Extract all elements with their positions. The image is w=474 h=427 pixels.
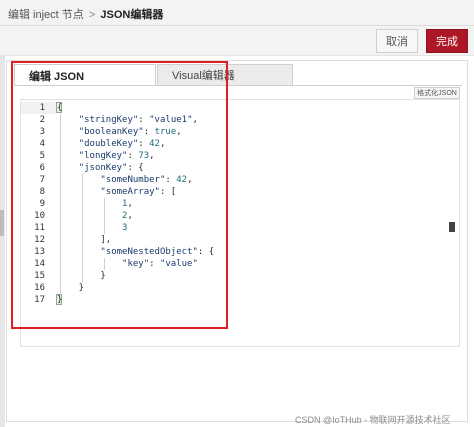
code-line: "someNumber": 42, bbox=[100, 175, 193, 185]
code-line: } bbox=[57, 283, 85, 293]
code-line: "stringKey": "value1", bbox=[78, 115, 198, 125]
line-number: 12 bbox=[34, 235, 45, 245]
line-number: 7 bbox=[39, 175, 45, 185]
tab-divider bbox=[14, 85, 462, 86]
line-number: 11 bbox=[34, 223, 45, 233]
line-number: 5 bbox=[39, 151, 45, 161]
code-line: 1, bbox=[122, 199, 133, 209]
code-line: 3 bbox=[122, 223, 128, 233]
line-number: 3 bbox=[39, 127, 45, 137]
line-number: 8 bbox=[39, 187, 45, 197]
line-number: 16 bbox=[34, 283, 45, 293]
dialog-toolbar: 取消 完成 bbox=[0, 26, 474, 56]
code-line: "someArray": [ bbox=[100, 187, 177, 197]
code-line: 2, bbox=[122, 211, 133, 221]
breadcrumb-current: JSON编辑器 bbox=[100, 9, 164, 21]
format-json-button[interactable]: 格式化JSON bbox=[414, 87, 460, 99]
resize-handle[interactable] bbox=[0, 210, 4, 236]
code-line: "longKey": 73, bbox=[78, 151, 155, 161]
line-number: 10 bbox=[34, 211, 45, 221]
line-number: 6 bbox=[39, 163, 45, 173]
breadcrumb: 编辑 inject 节点 > JSON编辑器 bbox=[8, 6, 163, 22]
line-number: 2 bbox=[39, 115, 45, 125]
code-line: "doubleKey": 42, bbox=[78, 139, 166, 149]
breadcrumb-parent[interactable]: 编辑 inject 节点 bbox=[8, 9, 84, 21]
code-line: "booleanKey": true, bbox=[78, 127, 182, 137]
cancel-button[interactable]: 取消 bbox=[376, 29, 418, 53]
line-number: 14 bbox=[34, 259, 45, 269]
code-content[interactable]: { "stringKey": "value1", "booleanKey": t… bbox=[56, 100, 453, 346]
left-resize-strip bbox=[0, 56, 5, 427]
code-line: } bbox=[57, 295, 63, 305]
line-number: 9 bbox=[39, 199, 45, 209]
code-line: "jsonKey": { bbox=[78, 163, 144, 173]
code-line: "someNestedObject": { bbox=[100, 247, 215, 257]
dialog-header: 编辑 inject 节点 > JSON编辑器 bbox=[0, 0, 474, 26]
watermark: CSDN @IoTHub - 物联网开源技术社区 bbox=[295, 415, 451, 425]
breadcrumb-separator: > bbox=[88, 9, 96, 21]
line-number: 4 bbox=[39, 139, 45, 149]
code-line: } bbox=[57, 271, 106, 281]
tab-edit-json[interactable]: 编辑 JSON bbox=[14, 64, 156, 86]
line-number: 17 bbox=[34, 295, 45, 305]
line-number-gutter: 1 2 3 4 5 6 7 8 9 10 11 12 13 14 15 16 1… bbox=[21, 100, 57, 346]
done-button[interactable]: 完成 bbox=[426, 29, 468, 53]
line-number: 1 bbox=[39, 103, 45, 113]
tab-visual-editor[interactable]: Visual编辑器 bbox=[157, 64, 293, 86]
line-number: 13 bbox=[34, 247, 45, 257]
editor-scrollbar[interactable] bbox=[449, 222, 455, 232]
code-line: { bbox=[57, 103, 63, 113]
code-editor[interactable]: 1 2 3 4 5 6 7 8 9 10 11 12 13 14 15 16 1… bbox=[20, 99, 460, 347]
code-line: ], bbox=[57, 235, 112, 245]
line-number: 15 bbox=[34, 271, 45, 281]
code-line: "key": "value" bbox=[122, 259, 198, 269]
